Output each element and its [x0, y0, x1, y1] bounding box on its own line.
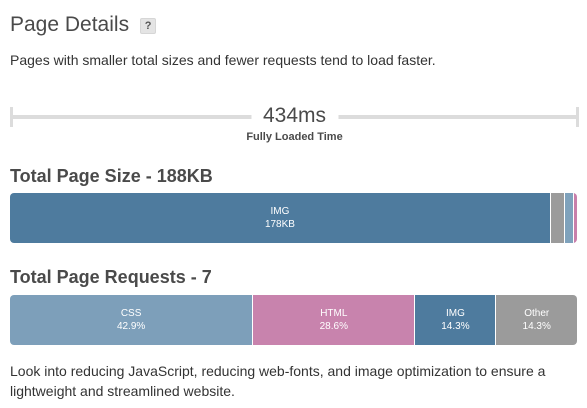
page-subtitle: Pages with smaller total sizes and fewer… — [10, 52, 436, 68]
timing-cap-left — [10, 107, 13, 127]
segment-label: IMG — [270, 206, 290, 217]
segment-value: 42.9% — [116, 321, 146, 332]
segment-value: 28.6% — [319, 321, 348, 332]
page-size-bar: IMG 178KB — [10, 193, 577, 243]
segment-label: CSS — [120, 308, 142, 319]
segment-value: 178KB — [264, 219, 295, 230]
fully-loaded-time-label: Fully Loaded Time — [246, 131, 343, 143]
segment-value: 14.3% — [522, 321, 551, 332]
page-details-heading: Page Details ? — [10, 11, 157, 39]
size-segment-part-1[interactable] — [550, 193, 566, 243]
fully-loaded-time: 434ms Fully Loaded Time — [10, 100, 579, 146]
total-page-size-title: Total Page Size - 188KB — [10, 166, 213, 186]
size-segment-part-3[interactable] — [573, 193, 577, 243]
segment-label: HTML — [320, 308, 348, 319]
segment-label: Other — [524, 308, 550, 319]
page-title: Page Details — [10, 13, 130, 36]
size-segment-part-2[interactable] — [565, 193, 574, 243]
size-segment-img[interactable]: IMG 178KB — [10, 193, 551, 243]
page-requests-bar: CSS 42.9% HTML 28.6% IMG 14.3% Other 14.3% — [10, 295, 577, 345]
total-page-requests-title: Total Page Requests - 7 — [10, 267, 212, 287]
requests-segment-img[interactable]: IMG 14.3% — [415, 295, 497, 345]
help-icon[interactable]: ? — [140, 18, 157, 34]
requests-segment-css[interactable]: CSS 42.9% — [10, 295, 254, 345]
requests-segment-other[interactable]: Other 14.3% — [496, 295, 577, 345]
segment-value: 14.3% — [441, 321, 470, 332]
segment-label: IMG — [445, 308, 465, 319]
fully-loaded-time-value: 434ms — [250, 102, 339, 130]
timing-cap-right — [576, 107, 579, 127]
recommendation-text: Look into reducing JavaScript, reducing … — [10, 363, 546, 399]
requests-segment-html[interactable]: HTML 28.6% — [253, 295, 416, 345]
